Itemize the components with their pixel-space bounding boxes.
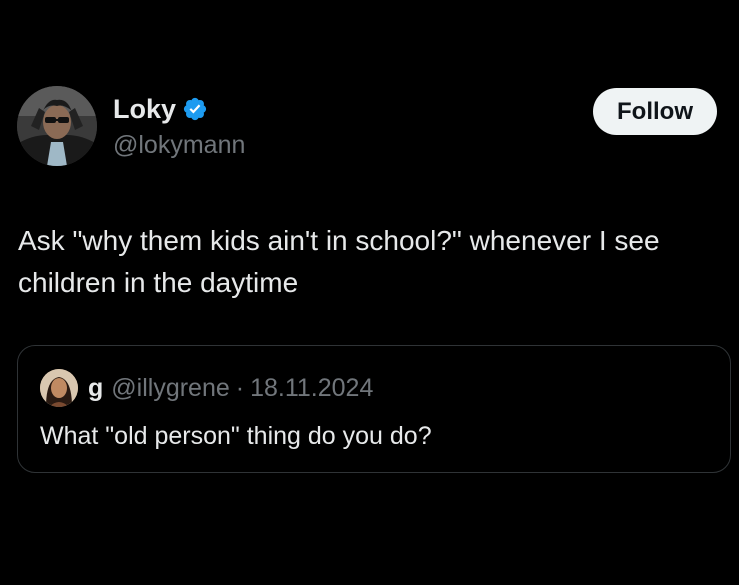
quoted-avatar-image — [40, 369, 78, 407]
quoted-tweet-card[interactable]: g @illygrene · 18.11.2024 What "old pers… — [17, 345, 731, 473]
quoted-author-name[interactable]: g — [88, 373, 103, 403]
tweet-text: Ask "why them kids ain't in school?" whe… — [18, 225, 660, 298]
author-display-name[interactable]: Loky — [113, 93, 208, 125]
avatar-image — [17, 86, 97, 166]
follow-button[interactable]: Follow — [593, 88, 717, 135]
verified-badge-icon — [182, 96, 208, 122]
quoted-author-avatar[interactable] — [40, 369, 78, 407]
quoted-author-handle[interactable]: @illygrene — [111, 373, 229, 403]
separator-dot: · — [235, 374, 245, 402]
author-handle[interactable]: @lokymann — [113, 130, 245, 160]
quoted-tweet-text: What "old person" thing do you do? — [40, 422, 432, 450]
author-name-text[interactable]: Loky — [113, 93, 176, 125]
quoted-tweet-date[interactable]: 18.11.2024 — [250, 373, 373, 403]
author-avatar[interactable] — [17, 86, 97, 166]
quoted-tweet-header: g @illygrene · 18.11.2024 — [40, 369, 373, 407]
